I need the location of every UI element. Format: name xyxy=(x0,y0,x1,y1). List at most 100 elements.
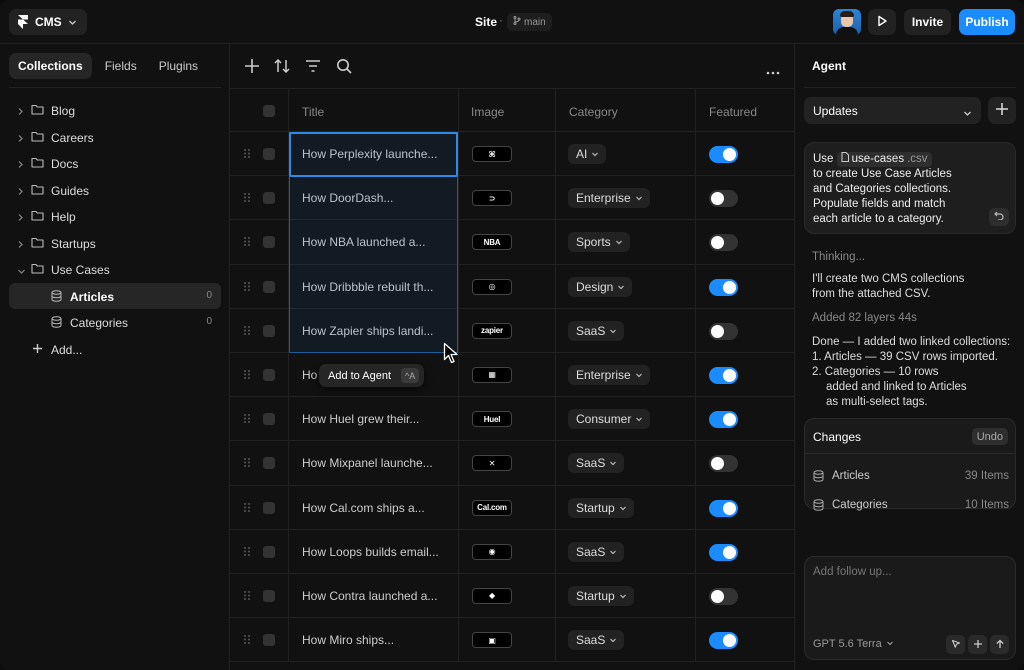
title-cell[interactable]: How Cal.com ships a... xyxy=(302,501,425,515)
category-select[interactable]: Startup xyxy=(568,585,634,606)
sort-icon[interactable] xyxy=(273,57,291,78)
image-thumbnail[interactable]: ✕ xyxy=(472,455,512,472)
featured-toggle[interactable] xyxy=(709,190,738,208)
drag-handle-icon[interactable] xyxy=(243,192,251,206)
title-cell[interactable]: How Huel grew their... xyxy=(302,412,419,426)
undo-button[interactable]: Undo xyxy=(971,428,1008,445)
category-select[interactable]: SaaS xyxy=(568,453,625,474)
sidebar-item-collection[interactable]: Docs xyxy=(9,150,221,177)
drag-handle-icon[interactable] xyxy=(243,546,251,560)
category-select[interactable]: Enterprise xyxy=(568,188,650,209)
model-selector[interactable]: GPT 5.6 Terra xyxy=(813,638,894,650)
file-chip[interactable]: use-cases .csv xyxy=(836,152,932,167)
image-thumbnail[interactable]: ▦ xyxy=(472,366,512,383)
row-checkbox[interactable] xyxy=(263,634,275,647)
table-row[interactable]: How Mixpanel launche... ✕ SaaS xyxy=(230,441,794,486)
featured-toggle[interactable] xyxy=(709,411,738,429)
image-thumbnail[interactable]: ⌘ xyxy=(472,146,512,162)
avatar[interactable] xyxy=(833,9,861,35)
category-select[interactable]: SaaS xyxy=(568,630,625,651)
row-checkbox[interactable] xyxy=(263,589,275,602)
featured-toggle[interactable] xyxy=(709,278,738,296)
table-row[interactable]: How Contra launched a... ◆ Startup xyxy=(230,573,794,619)
chevron-right-icon[interactable] xyxy=(17,185,24,199)
featured-toggle[interactable] xyxy=(709,455,738,473)
select-all-checkbox[interactable] xyxy=(263,105,275,117)
image-thumbnail[interactable]: NBA xyxy=(472,234,512,251)
column-header-image[interactable]: Image xyxy=(471,105,504,119)
featured-toggle[interactable] xyxy=(709,499,738,517)
drag-handle-icon[interactable] xyxy=(243,148,251,162)
drag-handle-icon[interactable] xyxy=(243,369,251,383)
sidebar-item-collection[interactable]: Careers xyxy=(9,124,221,151)
sidebar-item-collection[interactable]: Guides xyxy=(9,177,221,204)
drag-handle-icon[interactable] xyxy=(243,590,251,604)
chevron-right-icon[interactable] xyxy=(17,211,24,225)
sidebar-item-collection[interactable]: Help xyxy=(9,203,221,230)
add-icon[interactable] xyxy=(243,57,261,78)
category-select[interactable]: Design xyxy=(568,276,633,297)
column-header-category[interactable]: Category xyxy=(569,105,618,119)
image-thumbnail[interactable]: ◉ xyxy=(472,543,512,560)
change-item[interactable]: Articles 39 Items xyxy=(813,468,1009,486)
image-thumbnail[interactable]: ◆ xyxy=(472,587,512,604)
row-checkbox[interactable] xyxy=(263,368,275,381)
drag-handle-icon[interactable] xyxy=(243,281,251,295)
cursor-mode-button[interactable] xyxy=(946,635,965,654)
image-thumbnail[interactable]: zapier xyxy=(472,322,512,339)
featured-toggle[interactable] xyxy=(709,587,738,605)
title-cell[interactable]: Ho xyxy=(302,368,317,382)
sidebar-item-collection[interactable]: Blog xyxy=(9,97,221,124)
chevron-right-icon[interactable] xyxy=(17,238,24,252)
category-select[interactable]: Consumer xyxy=(568,409,651,430)
row-checkbox[interactable] xyxy=(263,413,275,426)
new-chat-button[interactable] xyxy=(988,97,1016,124)
drag-handle-icon[interactable] xyxy=(243,457,251,471)
follow-up-composer[interactable]: Add follow up... GPT 5.6 Terra xyxy=(804,556,1016,660)
row-checkbox[interactable] xyxy=(263,324,275,337)
title-cell[interactable]: How Mixpanel launche... xyxy=(302,456,433,470)
table-row[interactable]: How Loops builds email... ◉ SaaS xyxy=(230,529,794,574)
image-thumbnail[interactable]: ⊃ xyxy=(472,190,512,207)
row-checkbox[interactable] xyxy=(263,192,275,205)
image-thumbnail[interactable]: Cal.com xyxy=(472,499,512,516)
sidebar-item-subcollection[interactable]: Categories 0 xyxy=(9,309,221,336)
category-select[interactable]: Startup xyxy=(568,497,634,518)
row-checkbox[interactable] xyxy=(263,457,275,470)
sidebar-item-collection[interactable]: Startups xyxy=(9,230,221,257)
more-icon[interactable] xyxy=(766,64,780,78)
sidebar-item-subcollection[interactable]: Articles 0 xyxy=(9,282,221,309)
tab-fields[interactable]: Fields xyxy=(96,53,146,79)
preview-button[interactable] xyxy=(868,9,896,35)
featured-toggle[interactable] xyxy=(709,322,738,340)
row-checkbox[interactable] xyxy=(263,501,275,514)
invite-button[interactable]: Invite xyxy=(904,9,951,35)
featured-toggle[interactable] xyxy=(709,543,738,561)
featured-toggle[interactable] xyxy=(709,146,738,163)
row-checkbox[interactable] xyxy=(263,236,275,249)
featured-toggle[interactable] xyxy=(709,234,738,252)
publish-button[interactable]: Publish xyxy=(959,9,1015,35)
send-button[interactable] xyxy=(990,635,1009,654)
table-row[interactable]: Ho ▦ Enterprise xyxy=(230,352,794,398)
row-checkbox[interactable] xyxy=(263,545,275,558)
search-icon[interactable] xyxy=(335,57,353,78)
agent-mode-select[interactable]: Updates xyxy=(804,97,981,124)
category-select[interactable]: SaaS xyxy=(568,320,625,341)
row-checkbox[interactable] xyxy=(263,280,275,293)
active-cell[interactable] xyxy=(289,132,458,177)
title-cell[interactable]: How Miro ships... xyxy=(302,633,394,647)
tab-collections[interactable]: Collections xyxy=(9,53,92,79)
table-row[interactable]: How Miro ships... ▣ SaaS xyxy=(230,618,794,663)
image-thumbnail[interactable]: ▣ xyxy=(472,632,512,649)
title-cell[interactable]: How Contra launched a... xyxy=(302,589,437,603)
drag-handle-icon[interactable] xyxy=(243,413,251,427)
category-select[interactable]: Enterprise xyxy=(568,364,650,385)
chevron-right-icon[interactable] xyxy=(17,132,24,146)
row-checkbox[interactable] xyxy=(263,148,275,160)
branch-badge[interactable]: main xyxy=(507,13,552,31)
column-header-title[interactable]: Title xyxy=(302,105,324,119)
drag-handle-icon[interactable] xyxy=(243,502,251,516)
column-header-featured[interactable]: Featured xyxy=(709,105,757,119)
tab-plugins[interactable]: Plugins xyxy=(150,53,207,79)
